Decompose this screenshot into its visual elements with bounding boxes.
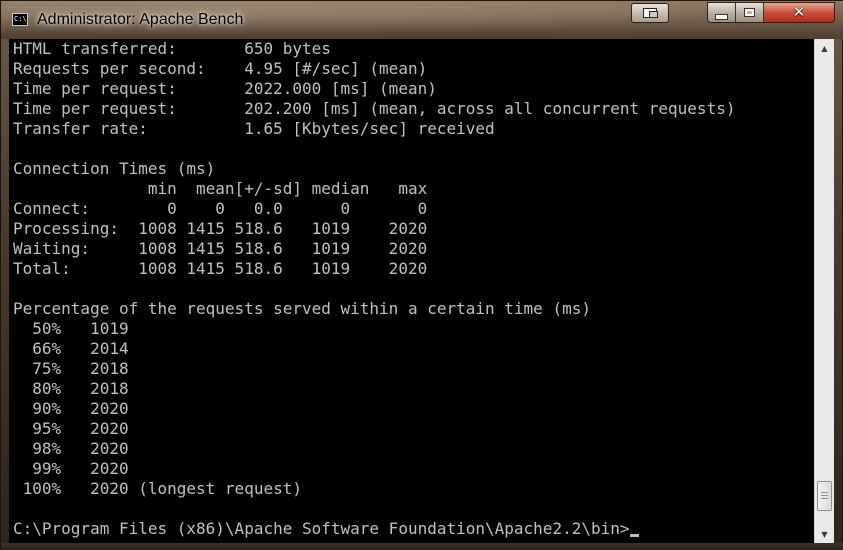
minimize-icon <box>715 13 728 20</box>
console-lines: HTML transferred: 650 bytes Requests per … <box>13 39 735 499</box>
snap-window-button[interactable] <box>631 3 669 23</box>
scroll-thumb[interactable] <box>817 481 832 511</box>
prompt-text: C:\Program Files (x86)\Apache Software F… <box>13 519 630 538</box>
scroll-up-button[interactable]: ▲ <box>815 39 834 57</box>
close-icon: ✕ <box>792 3 806 21</box>
console-line: 95% 2020 <box>13 419 129 438</box>
console-line: Connect: 0 0 0.0 0 0 <box>13 199 428 218</box>
console-line: Percentage of the requests served within… <box>13 299 591 318</box>
console-line: Time per request: 2022.000 [ms] (mean) <box>13 79 437 98</box>
minimize-button[interactable] <box>708 3 736 22</box>
app-icon-text: C:\ <box>14 15 27 23</box>
thumb-grip-line <box>821 492 828 493</box>
vertical-scrollbar[interactable]: ▲ ▼ <box>814 39 834 543</box>
console-line: 98% 2020 <box>13 439 129 458</box>
console-line: 75% 2018 <box>13 359 129 378</box>
text-cursor <box>629 534 639 537</box>
console-line: 80% 2018 <box>13 379 129 398</box>
console-line: Total: 1008 1415 518.6 1019 2020 <box>13 259 428 278</box>
window-title: Administrator: Apache Bench <box>37 11 244 28</box>
snap-window-icon <box>643 8 658 18</box>
console-line: 50% 1019 <box>13 319 129 338</box>
console-app-icon[interactable]: C:\ <box>12 13 28 26</box>
close-button[interactable]: ✕ <box>764 3 834 22</box>
console-line: 100% 2020 (longest request) <box>13 479 302 498</box>
console-line: 99% 2020 <box>13 459 129 478</box>
console-line: Transfer rate: 1.65 [Kbytes/sec] receive… <box>13 119 495 138</box>
thumb-grip-line <box>821 498 828 499</box>
console-output[interactable]: HTML transferred: 650 bytes Requests per … <box>9 39 814 543</box>
console-line: 90% 2020 <box>13 399 129 418</box>
scroll-down-button[interactable]: ▼ <box>815 525 834 543</box>
chevron-down-icon: ▼ <box>821 529 828 539</box>
title-bar[interactable]: C:\ Administrator: Apache Bench ✕ <box>1 1 843 39</box>
console-window: C:\ Administrator: Apache Bench ✕ HTML t… <box>0 0 843 550</box>
console-line: HTML transferred: 650 bytes <box>13 39 331 58</box>
console-line: Connection Times (ms) <box>13 159 216 178</box>
console-line: min mean[+/-sd] median max <box>13 179 428 198</box>
console-line: 66% 2014 <box>13 339 129 358</box>
command-prompt[interactable]: C:\Program Files (x86)\Apache Software F… <box>13 519 639 539</box>
console-line: Processing: 1008 1415 518.6 1019 2020 <box>13 219 428 238</box>
console-line: Time per request: 202.200 [ms] (mean, ac… <box>13 99 736 118</box>
chevron-up-icon: ▲ <box>821 43 828 53</box>
console-line: Requests per second: 4.95 [#/sec] (mean) <box>13 59 428 78</box>
thumb-grip-line <box>821 495 828 496</box>
caption-buttons: ✕ <box>707 2 835 23</box>
console-line: Waiting: 1008 1415 518.6 1019 2020 <box>13 239 428 258</box>
maximize-icon <box>744 8 755 17</box>
maximize-button[interactable] <box>736 3 764 22</box>
